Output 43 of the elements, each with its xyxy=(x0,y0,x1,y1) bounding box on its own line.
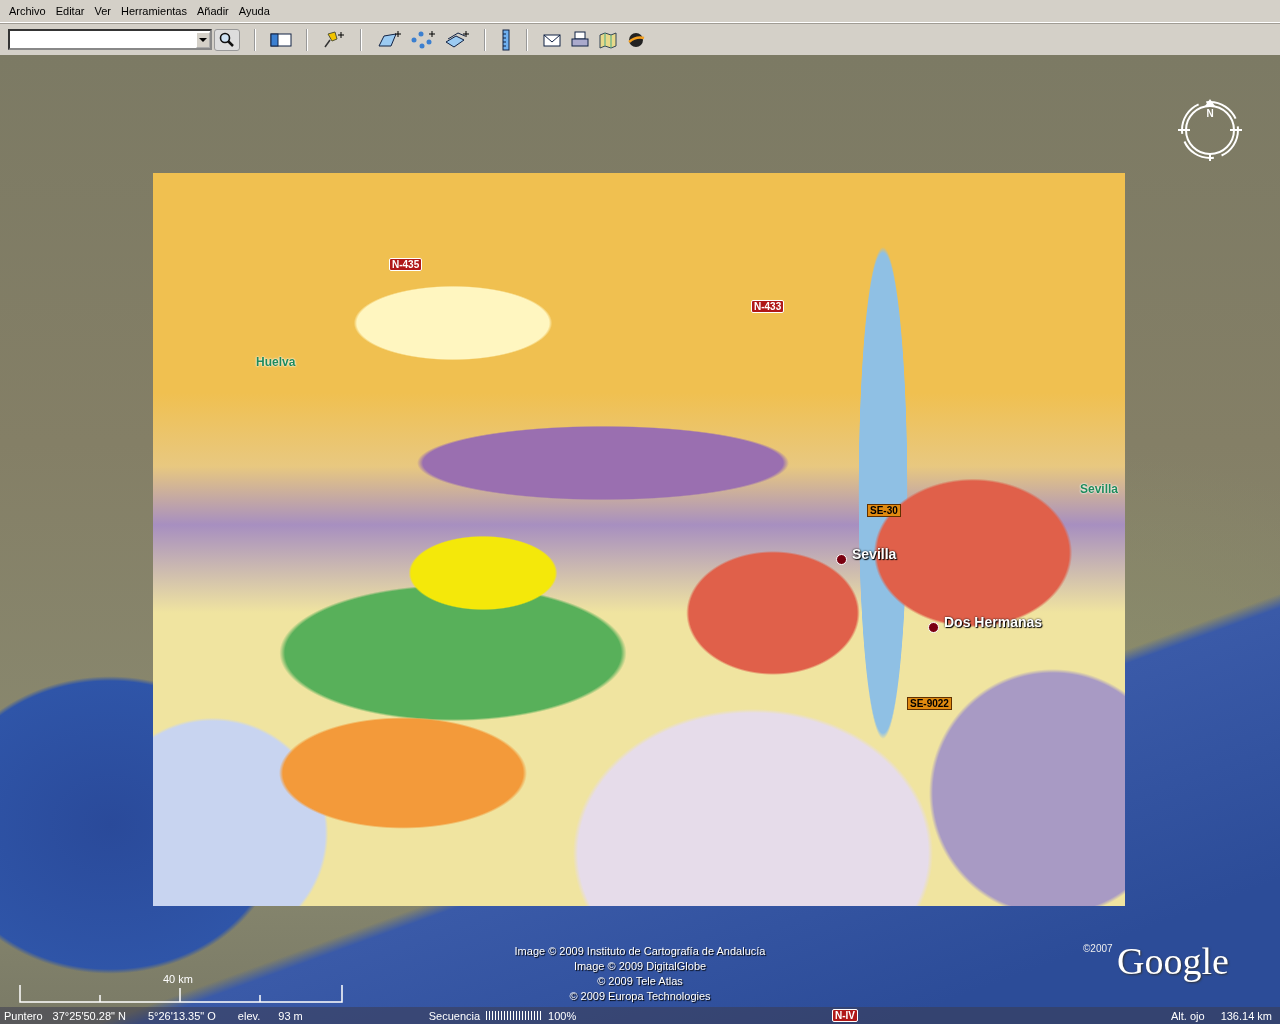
elevation-text: 93 m xyxy=(278,1009,303,1022)
image-overlay-icon[interactable] xyxy=(444,29,470,50)
streaming-label: Secuencia xyxy=(428,1009,481,1022)
eye-altitude-text: 136.14 km xyxy=(1220,1009,1272,1022)
menu-item[interactable]: Herramientas xyxy=(115,5,192,17)
copyright-year: ©2007 xyxy=(1083,943,1113,954)
google-logo: Google xyxy=(1117,939,1229,983)
eye-altitude-label: Alt. ojo xyxy=(1171,1009,1205,1022)
ruler-icon[interactable] xyxy=(500,28,512,51)
menu-item[interactable]: Ver xyxy=(89,5,116,17)
copyright-text: © 2009 Tele Atlas xyxy=(597,974,683,989)
search-icon xyxy=(219,31,235,48)
search-button[interactable] xyxy=(214,28,240,51)
pushpin-icon[interactable] xyxy=(322,29,346,50)
scale-label: 40 km xyxy=(163,973,193,985)
search-field[interactable] xyxy=(8,29,212,50)
sidebar-icon[interactable] xyxy=(270,31,292,48)
pointer-label: Puntero xyxy=(4,1009,43,1022)
polygon-icon[interactable] xyxy=(376,29,402,50)
map-label: SE-9022 xyxy=(907,697,952,710)
longitude-text: 5°26'13.35" O xyxy=(147,1009,216,1022)
menu-item[interactable]: Editar xyxy=(50,5,90,17)
menu-item[interactable]: Añadir xyxy=(192,5,234,17)
city-marker-icon xyxy=(836,554,847,565)
latitude-text: 37°25'50.28" N xyxy=(52,1009,126,1022)
copyright-text: Image © 2009 DigitalGlobe xyxy=(573,959,707,974)
map-label: N-IV xyxy=(832,1009,858,1022)
elevation-label: elev. xyxy=(237,1009,261,1022)
envelope-icon[interactable] xyxy=(542,31,562,48)
printer-icon[interactable] xyxy=(570,30,590,49)
path-icon[interactable] xyxy=(410,29,436,50)
menu-item[interactable]: Archivo xyxy=(4,5,51,17)
menu-item[interactable]: Ayuda xyxy=(233,5,275,17)
copyright-text: Image © 2009 Instituto de Cartografía de Andalucía xyxy=(514,944,766,959)
copyright-text: © 2009 Europa Technologies xyxy=(569,989,711,1004)
map-label: N-435 xyxy=(389,258,423,271)
streaming-percent: 100% xyxy=(548,1009,577,1022)
map-label: N-433 xyxy=(751,300,785,313)
map-icon[interactable] xyxy=(598,30,618,49)
map-label: SE-30 xyxy=(867,504,901,517)
city-marker-icon xyxy=(928,622,939,633)
map-label: Sevilla xyxy=(1080,482,1119,496)
map-label: Huelva xyxy=(256,355,296,369)
